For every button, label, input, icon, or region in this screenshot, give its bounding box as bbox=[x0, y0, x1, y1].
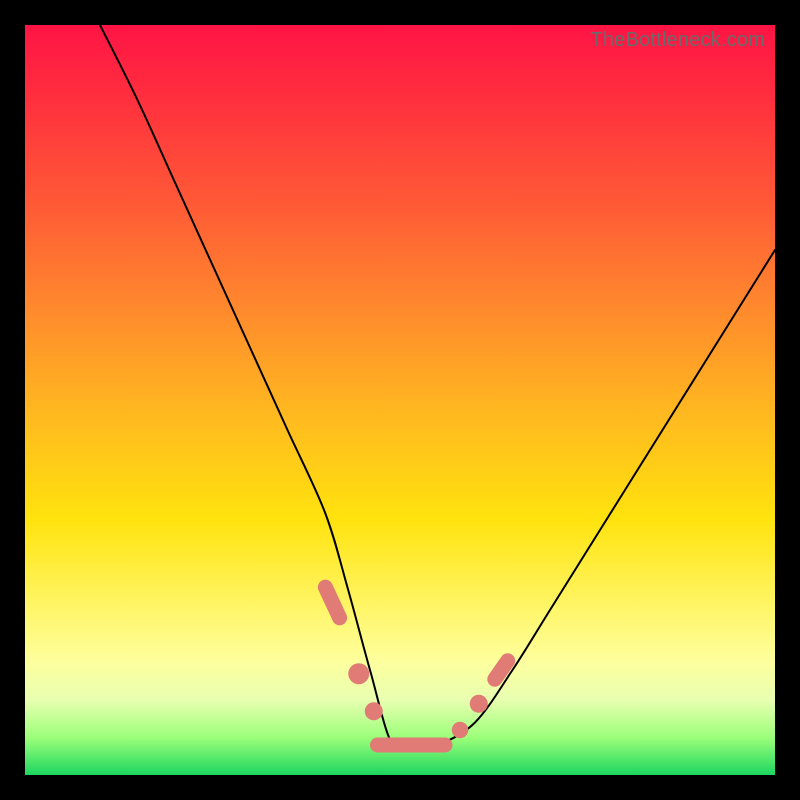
chart-svg bbox=[25, 25, 775, 775]
bottleneck-curve bbox=[100, 25, 775, 751]
marker-pill bbox=[325, 587, 339, 618]
marker-dot bbox=[470, 695, 488, 713]
marker-dot bbox=[348, 663, 369, 684]
marker-dot bbox=[365, 702, 383, 720]
marker-pill bbox=[495, 661, 508, 679]
outer-frame: TheBottleneck.com bbox=[0, 0, 800, 800]
plot-area: TheBottleneck.com bbox=[25, 25, 775, 775]
marker-dot bbox=[452, 722, 469, 739]
curve-markers bbox=[325, 587, 507, 745]
